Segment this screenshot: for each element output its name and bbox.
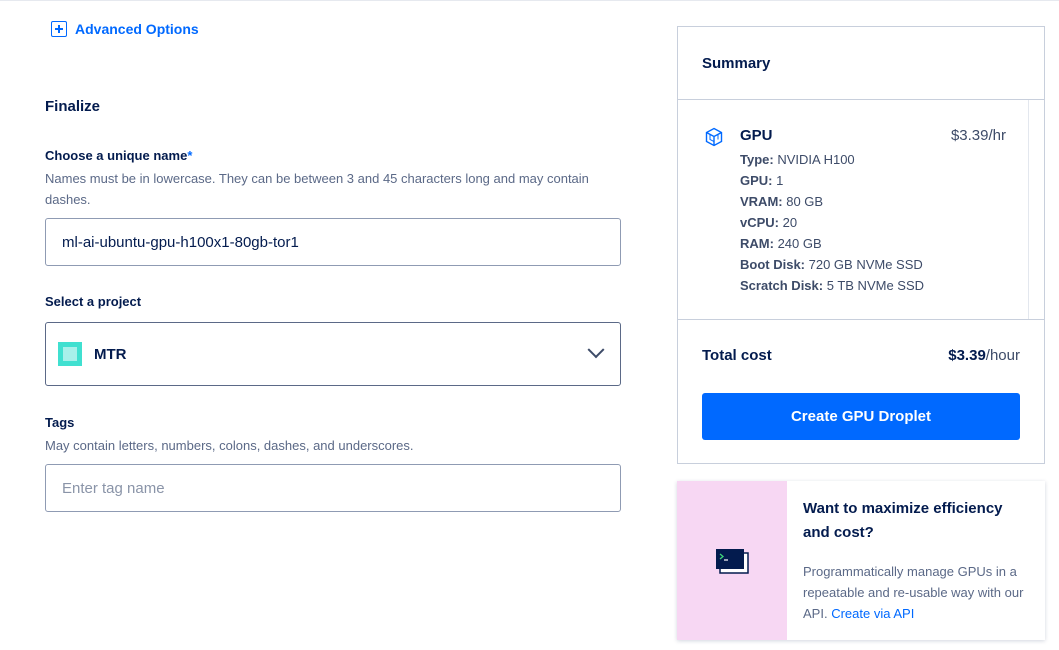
spec-row: Type: NVIDIA H100: [740, 149, 924, 170]
advanced-options-label: Advanced Options: [75, 21, 199, 37]
total-cost-amount: $3.39: [948, 347, 986, 364]
summary-title: Summary: [702, 55, 771, 72]
total-cost-label: Total cost: [702, 347, 772, 364]
spec-row: GPU: 1: [740, 170, 924, 191]
tag-name-input[interactable]: [45, 464, 621, 512]
name-label-text: Choose a unique name: [45, 148, 188, 163]
droplet-name-input[interactable]: [45, 218, 621, 266]
summary-divider: [678, 99, 1044, 100]
summary-scrollbar[interactable]: [1028, 100, 1029, 319]
summary-item-name: GPU: [740, 127, 773, 144]
name-field-label: Choose a unique name*: [45, 148, 192, 163]
finalize-heading: Finalize: [45, 98, 101, 115]
spec-row: VRAM: 80 GB: [740, 191, 924, 212]
api-promo-card: Want to maximize efficiency and cost? Pr…: [677, 481, 1045, 640]
project-field-label: Select a project: [45, 294, 142, 309]
create-via-api-link[interactable]: Create via API: [831, 606, 914, 621]
required-mark: *: [187, 148, 193, 163]
summary-card: Summary GPU $3.39/hr Type: NVIDIA H100 G…: [677, 26, 1045, 464]
spec-label: VRAM:: [740, 194, 783, 209]
spec-value: 240 GB: [777, 236, 822, 251]
spec-label: vCPU:: [740, 215, 780, 230]
project-square-icon: [58, 342, 82, 366]
spec-value: 720 GB NVMe SSD: [808, 257, 923, 272]
tags-field-label: Tags: [45, 415, 75, 430]
terminal-icon: [716, 549, 749, 574]
spec-label: Scratch Disk:: [740, 278, 824, 293]
project-select[interactable]: MTR: [45, 322, 621, 386]
spec-label: Type:: [740, 152, 774, 167]
promo-illustration-panel: [677, 481, 787, 640]
gpu-cube-icon: [705, 127, 723, 147]
advanced-options-toggle[interactable]: Advanced Options: [51, 21, 199, 37]
spec-value: 1: [776, 173, 784, 188]
spec-value: 80 GB: [786, 194, 824, 209]
promo-title: Want to maximize efficiency and cost?: [803, 500, 1003, 541]
summary-item-price: $3.39/hr: [950, 127, 1006, 144]
chevron-down-icon: [587, 341, 605, 359]
top-divider: [0, 0, 1059, 1]
create-gpu-droplet-button[interactable]: Create GPU Droplet: [702, 393, 1020, 440]
spec-value: 5 TB NVMe SSD: [826, 278, 925, 293]
summary-divider: [678, 319, 1044, 320]
spec-row: RAM: 240 GB: [740, 233, 924, 254]
promo-text: Programmatically manage GPUs in a repeat…: [803, 561, 1035, 624]
spec-value: 20: [782, 215, 798, 230]
spec-label: Boot Disk:: [740, 257, 805, 272]
spec-list: Type: NVIDIA H100 GPU: 1 VRAM: 80 GB vCP…: [740, 149, 924, 296]
spec-label: RAM:: [740, 236, 774, 251]
spec-value: NVIDIA H100: [777, 152, 855, 167]
project-selected-value: MTR: [94, 345, 127, 363]
spec-label: GPU:: [740, 173, 773, 188]
spec-row: Scratch Disk: 5 TB NVMe SSD: [740, 275, 924, 296]
tags-field-helper: May contain letters, numbers, colons, da…: [45, 438, 414, 453]
name-field-helper: Names must be in lowercase. They can be …: [45, 171, 589, 207]
spec-row: vCPU: 20: [740, 212, 924, 233]
total-cost-unit: /hour: [985, 347, 1020, 364]
spec-row: Boot Disk: 720 GB NVMe SSD: [740, 254, 924, 275]
total-cost-value: $3.39/hour: [948, 347, 1020, 364]
plus-square-icon: [51, 21, 67, 37]
